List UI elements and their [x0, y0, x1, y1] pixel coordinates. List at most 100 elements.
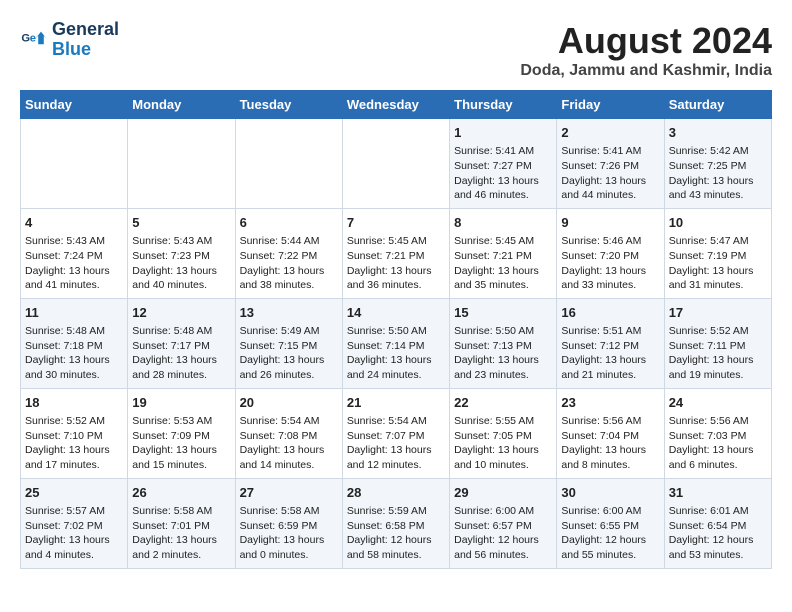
- header-day-thursday: Thursday: [450, 91, 557, 119]
- day-number: 18: [25, 394, 123, 412]
- header-day-saturday: Saturday: [664, 91, 771, 119]
- logo-icon: G e: [20, 26, 48, 54]
- day-number: 9: [561, 214, 659, 232]
- day-number: 10: [669, 214, 767, 232]
- header: G e General Blue August 2024 Doda, Jammu…: [20, 20, 772, 80]
- day-cell: 27 Sunrise: 5:58 AM Sunset: 6:59 PM Dayli…: [235, 478, 342, 568]
- day-number: 20: [240, 394, 338, 412]
- header-day-tuesday: Tuesday: [235, 91, 342, 119]
- day-info: Sunrise: 5:41 AM Sunset: 7:27 PM Dayligh…: [454, 144, 552, 203]
- day-cell: 16 Sunrise: 5:51 AM Sunset: 7:12 PM Dayli…: [557, 298, 664, 388]
- day-number: 13: [240, 304, 338, 322]
- day-number: 14: [347, 304, 445, 322]
- day-cell: 22 Sunrise: 5:55 AM Sunset: 7:05 PM Dayli…: [450, 388, 557, 478]
- day-cell: 30Sunrise: 6:00 AM Sunset: 6:55 PM Dayli…: [557, 478, 664, 568]
- day-info: Sunrise: 6:00 AM Sunset: 6:57 PM Dayligh…: [454, 504, 552, 563]
- day-number: 21: [347, 394, 445, 412]
- day-info: Sunrise: 5:55 AM Sunset: 7:05 PM Dayligh…: [454, 414, 552, 473]
- day-cell: 13 Sunrise: 5:49 AM Sunset: 7:15 PM Dayli…: [235, 298, 342, 388]
- day-cell: 2Sunrise: 5:41 AM Sunset: 7:26 PM Daylig…: [557, 119, 664, 209]
- day-info: Sunrise: 5:43 AM Sunset: 7:23 PM Dayligh…: [132, 234, 230, 293]
- day-info: Sunrise: 5:42 AM Sunset: 7:25 PM Dayligh…: [669, 144, 767, 203]
- day-info: Sunrise: 5:48 AM Sunset: 7:18 PM Dayligh…: [25, 324, 123, 383]
- header-day-sunday: Sunday: [21, 91, 128, 119]
- day-info: Sunrise: 5:47 AM Sunset: 7:19 PM Dayligh…: [669, 234, 767, 293]
- day-info: Sunrise: 5:49 AM Sunset: 7:15 PM Dayligh…: [240, 324, 338, 383]
- logo: G e General Blue: [20, 20, 119, 60]
- day-cell: 31Sunrise: 6:01 AM Sunset: 6:54 PM Dayli…: [664, 478, 771, 568]
- title-area: August 2024 Doda, Jammu and Kashmir, Ind…: [520, 20, 772, 80]
- day-info: Sunrise: 5:52 AM Sunset: 7:11 PM Dayligh…: [669, 324, 767, 383]
- day-number: 6: [240, 214, 338, 232]
- day-number: 15: [454, 304, 552, 322]
- day-cell: [235, 119, 342, 209]
- day-info: Sunrise: 5:54 AM Sunset: 7:08 PM Dayligh…: [240, 414, 338, 473]
- day-info: Sunrise: 5:43 AM Sunset: 7:24 PM Dayligh…: [25, 234, 123, 293]
- day-cell: 10 Sunrise: 5:47 AM Sunset: 7:19 PM Dayli…: [664, 208, 771, 298]
- day-number: 23: [561, 394, 659, 412]
- day-cell: 18 Sunrise: 5:52 AM Sunset: 7:10 PM Dayli…: [21, 388, 128, 478]
- day-number: 5: [132, 214, 230, 232]
- day-cell: 4 Sunrise: 5:43 AM Sunset: 7:24 PM Daylig…: [21, 208, 128, 298]
- day-number: 22: [454, 394, 552, 412]
- day-cell: 7 Sunrise: 5:45 AM Sunset: 7:21 PM Daylig…: [342, 208, 449, 298]
- day-cell: [128, 119, 235, 209]
- week-row-2: 4 Sunrise: 5:43 AM Sunset: 7:24 PM Daylig…: [21, 208, 772, 298]
- calendar-table: SundayMondayTuesdayWednesdayThursdayFrid…: [20, 90, 772, 569]
- day-info: Sunrise: 5:50 AM Sunset: 7:13 PM Dayligh…: [454, 324, 552, 383]
- day-info: Sunrise: 5:54 AM Sunset: 7:07 PM Dayligh…: [347, 414, 445, 473]
- day-cell: 15 Sunrise: 5:50 AM Sunset: 7:13 PM Dayli…: [450, 298, 557, 388]
- day-cell: 12Sunrise: 5:48 AM Sunset: 7:17 PM Dayli…: [128, 298, 235, 388]
- svg-text:e: e: [30, 32, 36, 44]
- header-row: SundayMondayTuesdayWednesdayThursdayFrid…: [21, 91, 772, 119]
- day-number: 17: [669, 304, 767, 322]
- day-info: Sunrise: 5:52 AM Sunset: 7:10 PM Dayligh…: [25, 414, 123, 473]
- day-info: Sunrise: 5:57 AM Sunset: 7:02 PM Dayligh…: [25, 504, 123, 563]
- day-info: Sunrise: 5:44 AM Sunset: 7:22 PM Dayligh…: [240, 234, 338, 293]
- week-row-3: 11 Sunrise: 5:48 AM Sunset: 7:18 PM Dayli…: [21, 298, 772, 388]
- day-cell: 3 Sunrise: 5:42 AM Sunset: 7:25 PM Daylig…: [664, 119, 771, 209]
- day-number: 28: [347, 484, 445, 502]
- day-cell: 24Sunrise: 5:56 AM Sunset: 7:03 PM Dayli…: [664, 388, 771, 478]
- day-number: 2: [561, 124, 659, 142]
- day-cell: 6 Sunrise: 5:44 AM Sunset: 7:22 PM Daylig…: [235, 208, 342, 298]
- day-info: Sunrise: 5:56 AM Sunset: 7:03 PM Dayligh…: [669, 414, 767, 473]
- day-info: Sunrise: 5:53 AM Sunset: 7:09 PM Dayligh…: [132, 414, 230, 473]
- day-info: Sunrise: 6:01 AM Sunset: 6:54 PM Dayligh…: [669, 504, 767, 563]
- day-cell: 14 Sunrise: 5:50 AM Sunset: 7:14 PM Dayli…: [342, 298, 449, 388]
- week-row-5: 25 Sunrise: 5:57 AM Sunset: 7:02 PM Dayli…: [21, 478, 772, 568]
- week-row-1: 1Sunrise: 5:41 AM Sunset: 7:27 PM Daylig…: [21, 119, 772, 209]
- day-info: Sunrise: 5:45 AM Sunset: 7:21 PM Dayligh…: [454, 234, 552, 293]
- day-cell: 28Sunrise: 5:59 AM Sunset: 6:58 PM Dayli…: [342, 478, 449, 568]
- day-cell: 20 Sunrise: 5:54 AM Sunset: 7:08 PM Dayli…: [235, 388, 342, 478]
- header-day-wednesday: Wednesday: [342, 91, 449, 119]
- day-cell: 19Sunrise: 5:53 AM Sunset: 7:09 PM Dayli…: [128, 388, 235, 478]
- day-info: Sunrise: 5:58 AM Sunset: 6:59 PM Dayligh…: [240, 504, 338, 563]
- day-number: 3: [669, 124, 767, 142]
- day-info: Sunrise: 5:45 AM Sunset: 7:21 PM Dayligh…: [347, 234, 445, 293]
- day-cell: 21 Sunrise: 5:54 AM Sunset: 7:07 PM Dayli…: [342, 388, 449, 478]
- day-info: Sunrise: 5:51 AM Sunset: 7:12 PM Dayligh…: [561, 324, 659, 383]
- day-number: 27: [240, 484, 338, 502]
- day-number: 4: [25, 214, 123, 232]
- day-info: Sunrise: 5:50 AM Sunset: 7:14 PM Dayligh…: [347, 324, 445, 383]
- day-cell: 29 Sunrise: 6:00 AM Sunset: 6:57 PM Dayli…: [450, 478, 557, 568]
- day-cell: [342, 119, 449, 209]
- day-number: 29: [454, 484, 552, 502]
- header-day-friday: Friday: [557, 91, 664, 119]
- header-day-monday: Monday: [128, 91, 235, 119]
- main-title: August 2024: [520, 20, 772, 62]
- day-number: 7: [347, 214, 445, 232]
- day-number: 11: [25, 304, 123, 322]
- logo-text-line1: General: [52, 20, 119, 40]
- day-number: 16: [561, 304, 659, 322]
- day-info: Sunrise: 5:58 AM Sunset: 7:01 PM Dayligh…: [132, 504, 230, 563]
- day-cell: 9Sunrise: 5:46 AM Sunset: 7:20 PM Daylig…: [557, 208, 664, 298]
- week-row-4: 18 Sunrise: 5:52 AM Sunset: 7:10 PM Dayli…: [21, 388, 772, 478]
- day-info: Sunrise: 6:00 AM Sunset: 6:55 PM Dayligh…: [561, 504, 659, 563]
- day-info: Sunrise: 5:56 AM Sunset: 7:04 PM Dayligh…: [561, 414, 659, 473]
- svg-text:G: G: [21, 32, 30, 44]
- day-cell: 5 Sunrise: 5:43 AM Sunset: 7:23 PM Daylig…: [128, 208, 235, 298]
- day-cell: 8Sunrise: 5:45 AM Sunset: 7:21 PM Daylig…: [450, 208, 557, 298]
- day-number: 25: [25, 484, 123, 502]
